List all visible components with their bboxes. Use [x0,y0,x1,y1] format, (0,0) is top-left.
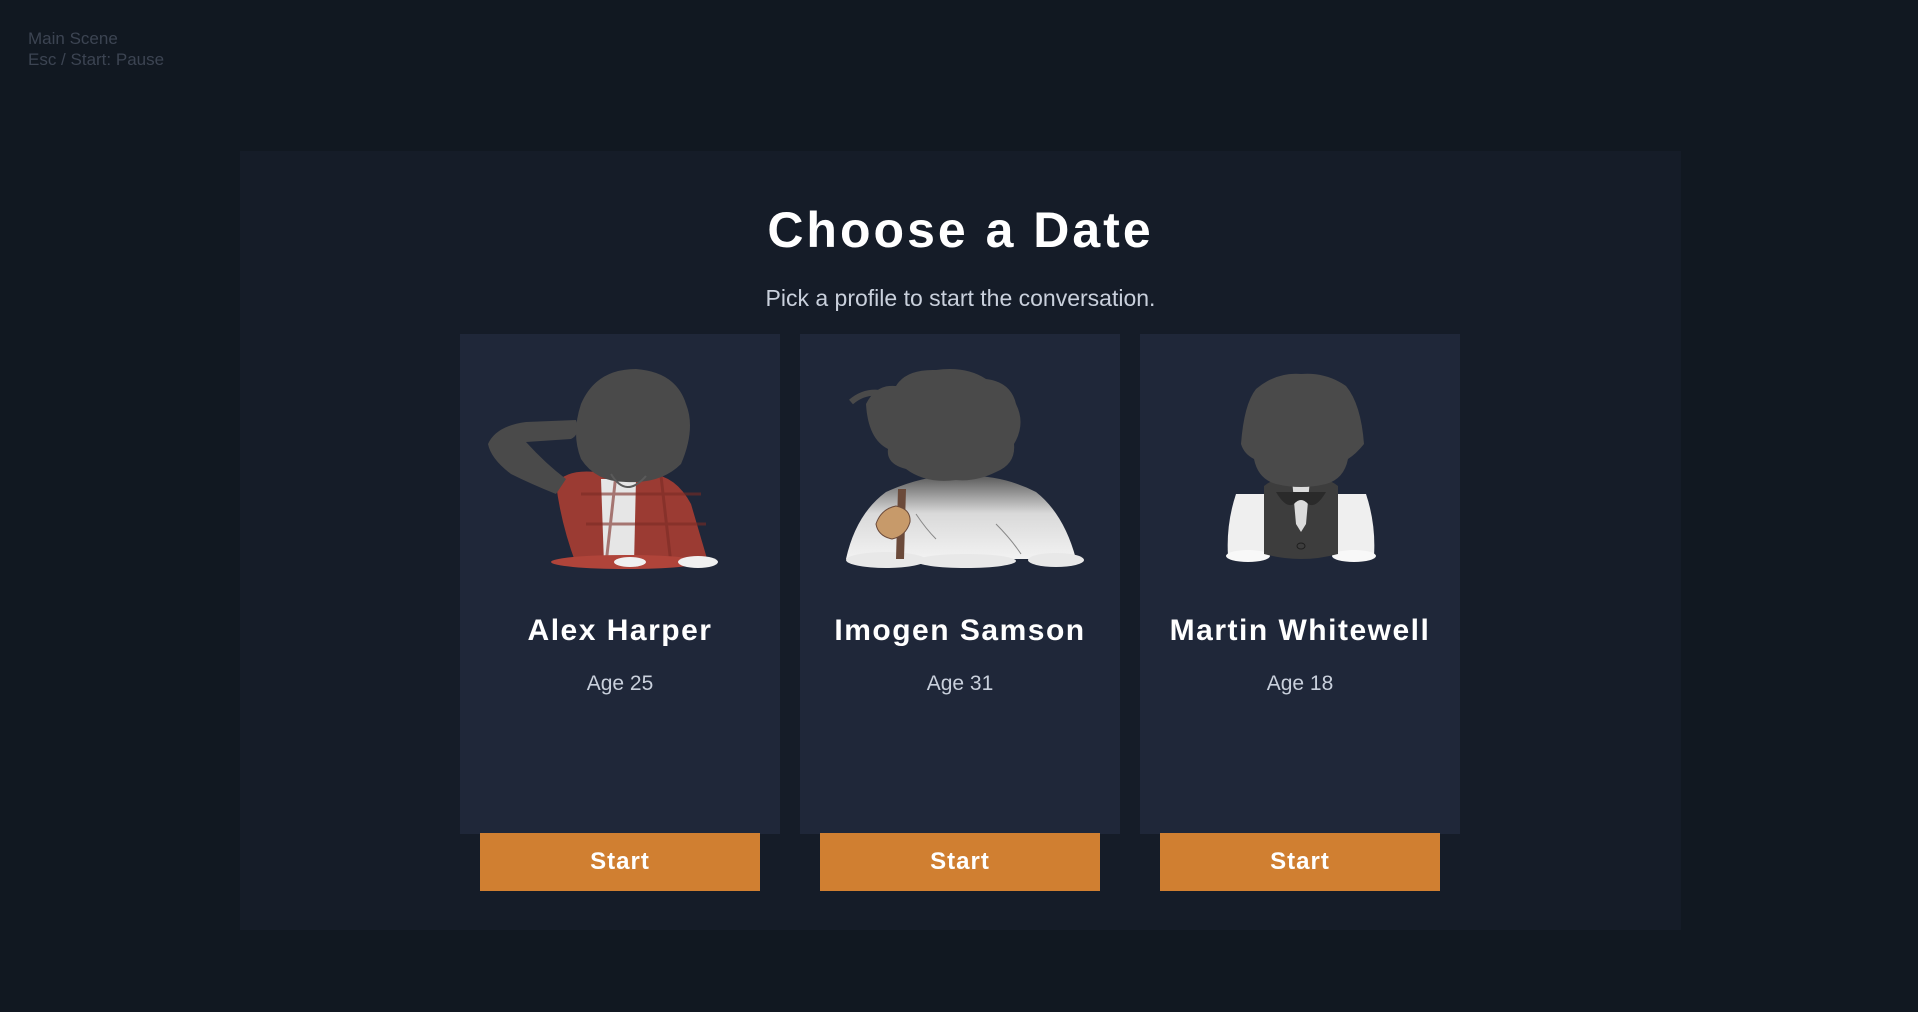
start-button-alex[interactable]: Start [480,833,760,891]
character-portrait-alex [486,364,754,574]
character-portrait-imogen [826,364,1094,574]
character-portrait-martin [1166,364,1434,574]
profile-name: Martin Whitewell [1169,614,1431,647]
profile-card-imogen: Imogen Samson Age 31 Start [800,334,1120,891]
profile-age: Age 31 [926,672,994,695]
start-button-martin[interactable]: Start [1160,833,1440,891]
dialog-subtitle: Pick a profile to start the conversation… [765,285,1156,311]
pause-hint-label: Esc / Start: Pause [28,50,165,69]
scene-name-label: Main Scene [28,29,118,48]
dialog-title: Choose a Date [767,202,1154,258]
debug-overlay: Main Scene Esc / Start: Pause [28,28,164,70]
profile-name: Imogen Samson [834,614,1086,647]
profile-name: Alex Harper [527,614,713,647]
profile-card-martin: Martin Whitewell Age 18 Start [1140,334,1460,891]
profile-card-alex: Alex Harper Age 25 Start [460,334,780,891]
profile-age: Age 18 [1266,672,1334,695]
start-button-imogen[interactable]: Start [820,833,1100,891]
choose-date-dialog: Choose a Date Pick a profile to start th… [240,151,1681,930]
profile-age: Age 25 [586,672,654,695]
